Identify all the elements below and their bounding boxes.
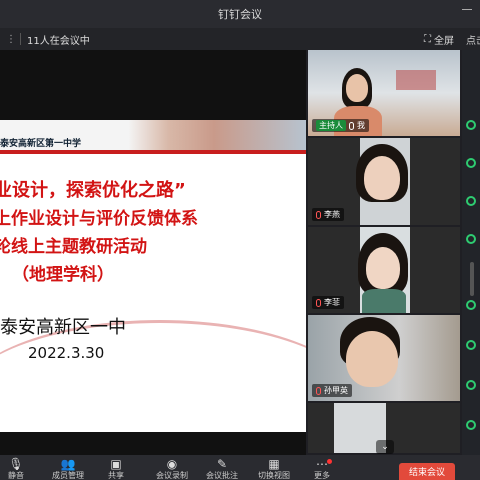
fullscreen-icon: ⛶ <box>424 33 431 45</box>
end-meeting-button[interactable]: 结束会议 <box>399 463 455 480</box>
participant-mic-column <box>462 50 480 455</box>
cut-off-label: 点击 <box>466 35 480 47</box>
mic-icon <box>466 420 476 430</box>
grid-icon: ▦ <box>268 457 280 471</box>
participant-name: 孙甲英 <box>324 386 348 395</box>
toolbar-label: 会议批注 <box>206 471 238 480</box>
toolbar-label: 成员管理 <box>52 471 84 480</box>
video-tile[interactable]: 李菲 <box>308 227 460 313</box>
mic-icon <box>466 158 476 168</box>
video-tile-self[interactable]: 主持人 我 <box>308 50 460 136</box>
people-icon: 👥 <box>60 457 76 471</box>
mic-muted-icon <box>316 298 321 307</box>
mic-icon <box>466 120 476 130</box>
mic-muted-icon <box>316 210 321 219</box>
video-name-tag: 孙甲英 <box>312 384 352 397</box>
toolbar-label: 更多 <box>314 471 330 480</box>
shared-screen: 泰安高新区第一中学 业设计，探索优化之路” 上作业设计与评价反馈体系 轮线上主题… <box>0 50 306 455</box>
slide-title-line-3: 轮线上主题教研活动 <box>0 237 147 257</box>
members-button[interactable]: 👥 成员管理 <box>52 458 84 480</box>
person-face <box>366 247 400 289</box>
mic-muted-icon <box>316 386 321 395</box>
person-face <box>364 156 400 200</box>
person-body <box>362 289 406 313</box>
school-name: 泰安高新区第一中学 <box>0 139 82 149</box>
presentation-slide: 泰安高新区第一中学 业设计，探索优化之路” 上作业设计与评价反馈体系 轮线上主题… <box>0 120 306 432</box>
participant-name: 李菲 <box>324 298 340 307</box>
mic-icon <box>466 196 476 206</box>
record-icon: ◉ <box>166 457 178 471</box>
slide-subject: （地理学科） <box>12 265 114 285</box>
participant-count[interactable]: 11人在会议中 <box>27 32 90 47</box>
switch-view-button[interactable]: ▦ 切换视图 <box>258 458 290 480</box>
minimize-icon[interactable] <box>462 9 472 10</box>
share-icon: ▣ <box>110 457 122 471</box>
title-bar: 钉钉会议 <box>0 0 480 28</box>
toolbar-label: 会议录制 <box>156 471 188 480</box>
host-badge: 主持人 <box>316 120 346 131</box>
participant-name: 李燕 <box>324 210 340 219</box>
mic-icon <box>466 380 476 390</box>
menu-icon[interactable]: ⋮ <box>6 34 16 45</box>
fullscreen-label: 全屏 <box>434 35 454 47</box>
mute-button[interactable]: 🎙 静音 <box>8 458 24 480</box>
mic-icon <box>349 121 354 130</box>
notification-dot <box>327 459 332 464</box>
mic-icon: 🎙 <box>8 457 24 471</box>
pen-icon: ✎ <box>216 457 228 471</box>
toolbar-label: 共享 <box>108 471 124 480</box>
fullscreen-button[interactable]: ⛶ 全屏 <box>424 32 454 47</box>
slide-title-line-2: 上作业设计与评价反馈体系 <box>0 209 198 229</box>
divider <box>20 33 21 45</box>
slide-date: 2022.3.30 <box>28 344 105 362</box>
video-tile[interactable]: 孙甲英 <box>308 315 460 401</box>
toolbar-label: 切换视图 <box>258 471 290 480</box>
mic-icon <box>466 340 476 350</box>
chevron-down-icon[interactable]: ⌄ <box>376 440 394 454</box>
mic-icon <box>466 234 476 244</box>
background-decor <box>396 70 436 90</box>
video-name-tag: 主持人 我 <box>312 119 369 132</box>
annotate-button[interactable]: ✎ 会议批注 <box>206 458 238 480</box>
video-name-tag: 李燕 <box>312 208 344 221</box>
video-name-tag: 李菲 <box>312 296 344 309</box>
red-divider <box>0 150 306 154</box>
record-button[interactable]: ◉ 会议录制 <box>156 458 188 480</box>
participant-name: 我 <box>357 121 365 130</box>
person-face <box>346 74 368 102</box>
share-button[interactable]: ▣ 共享 <box>108 458 124 480</box>
video-tile[interactable]: 李燕 <box>308 138 460 225</box>
meeting-info-bar: ⋮ 11人在会议中 ⛶ 全屏 点击 <box>0 28 480 50</box>
person-face <box>346 331 398 387</box>
slide-organization: 泰安高新区一中 <box>0 317 126 338</box>
scrollbar[interactable] <box>470 262 474 296</box>
mic-icon <box>466 300 476 310</box>
toolbar-label: 静音 <box>8 471 24 480</box>
slide-title-line-1: 业设计，探索优化之路” <box>0 180 186 201</box>
window-title: 钉钉会议 <box>218 8 262 21</box>
